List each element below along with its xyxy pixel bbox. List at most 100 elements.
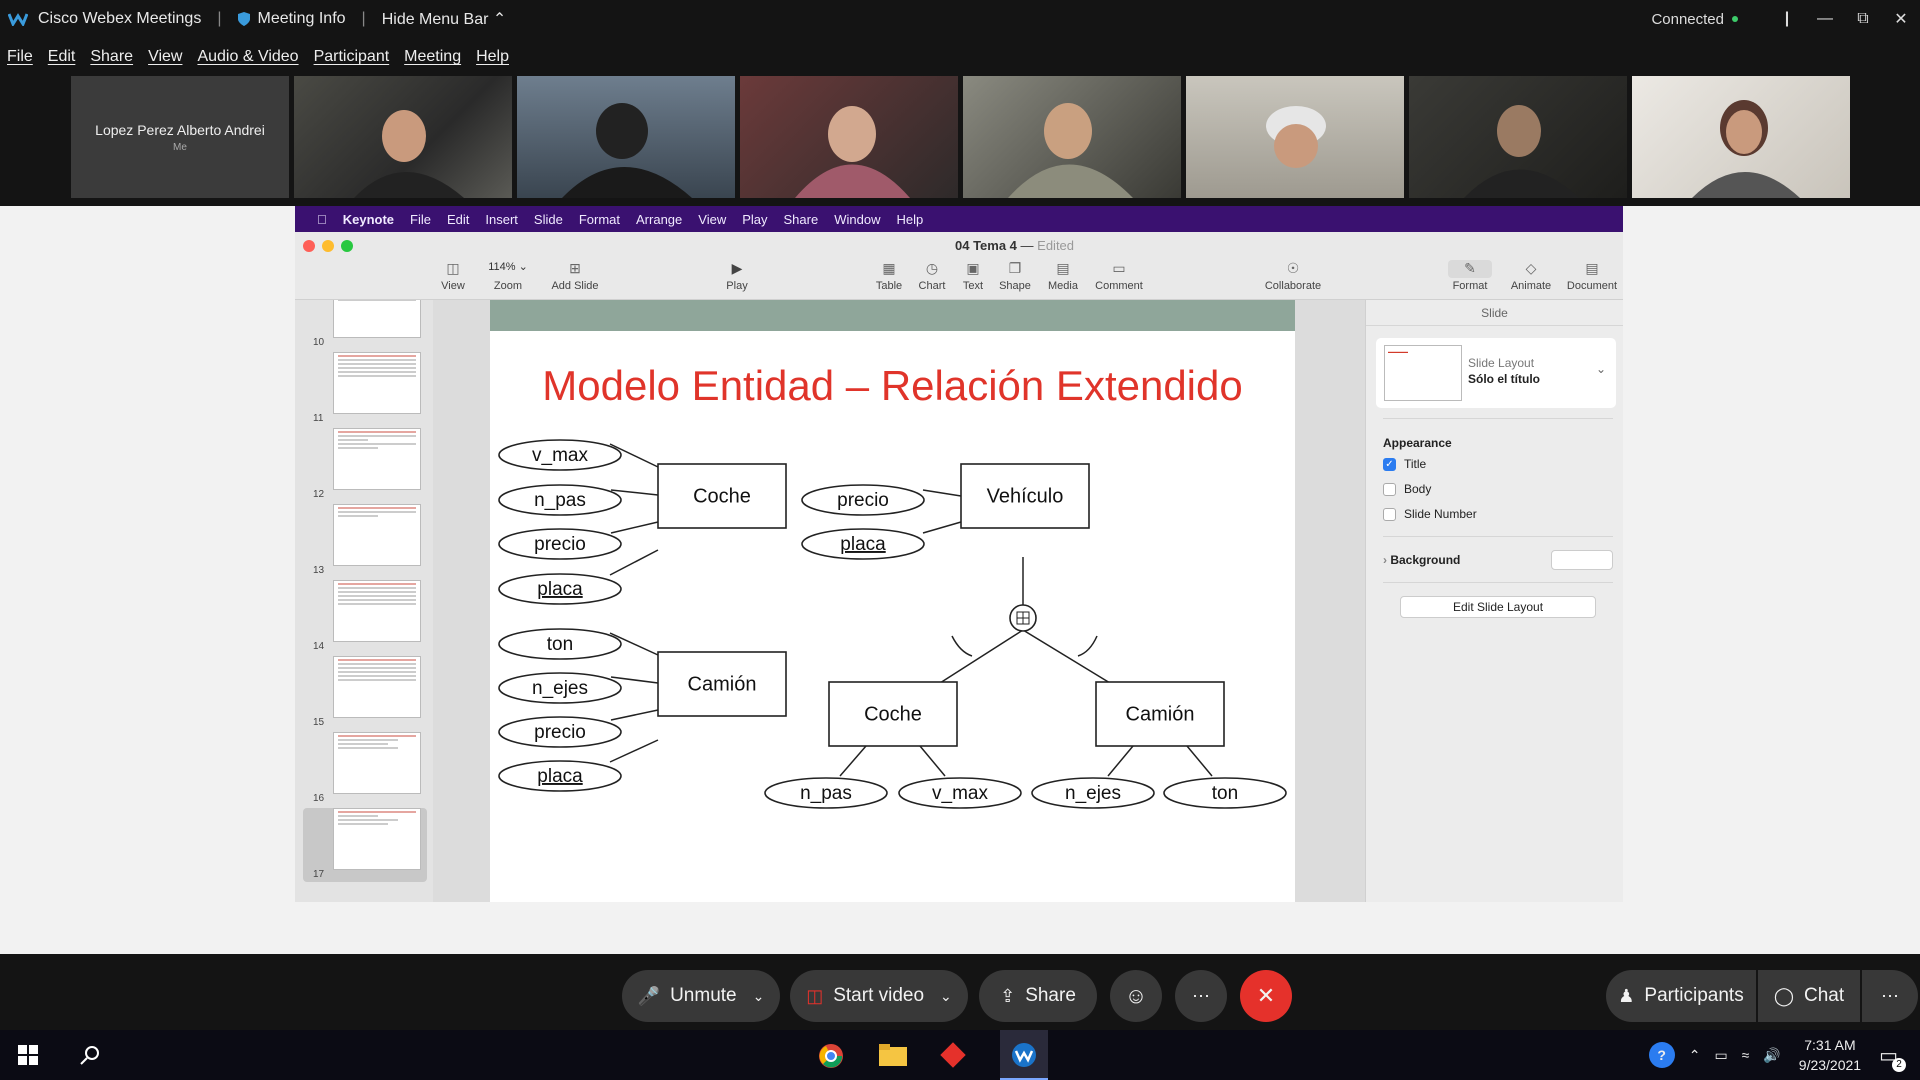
unmute-button[interactable]: 🎤 Unmute ⌄ — [622, 970, 780, 1022]
notifications-icon[interactable]: ▭ 2 — [1879, 1043, 1906, 1072]
slide-thumbnail[interactable]: 10 — [303, 300, 427, 350]
slide-number-checkbox[interactable]: Slide Number — [1383, 507, 1477, 521]
panel-more-button[interactable]: ⋯ — [1862, 970, 1918, 1022]
menu-meeting[interactable]: Meeting — [404, 48, 461, 66]
keynote-menu-insert[interactable]: Insert — [485, 212, 518, 227]
collaborate-button[interactable]: ☉ Collaborate — [1265, 260, 1321, 292]
keynote-menu-share[interactable]: Share — [784, 212, 819, 227]
keynote-menu-help[interactable]: Help — [896, 212, 923, 227]
background-color-well[interactable] — [1551, 550, 1613, 570]
participant-video-2[interactable] — [517, 76, 735, 198]
slide-thumbnail[interactable]: 13 — [303, 504, 427, 578]
close-window-button[interactable] — [303, 240, 315, 252]
system-clock[interactable]: 7:31 AM 9/23/2021 — [1799, 1035, 1861, 1075]
hide-menu-bar-button[interactable]: Hide Menu Bar ⌃ — [382, 9, 507, 29]
attr-placa-cam-label: placa — [537, 766, 583, 787]
keynote-menu-edit[interactable]: Edit — [447, 212, 469, 227]
slide-thumbnail[interactable]: 16 — [303, 732, 427, 806]
participant-video-4[interactable] — [963, 76, 1181, 198]
minimize-window-button[interactable] — [322, 240, 334, 252]
menu-audio-video[interactable]: Audio & Video — [197, 48, 298, 66]
document-title: 04 Tema 4 — Edited — [955, 238, 1075, 253]
keynote-menu-window[interactable]: Window — [834, 212, 880, 227]
attr-precio-cam-label: precio — [534, 722, 586, 743]
keynote-menu-app[interactable]: Keynote — [343, 212, 394, 227]
slide-thumbnail[interactable]: 11 — [303, 352, 427, 426]
zoom-window-button[interactable] — [341, 240, 353, 252]
shape-icon: ❐ — [1008, 260, 1022, 276]
more-options-button[interactable]: ⋯ — [1175, 970, 1227, 1022]
start-video-button[interactable]: ◫ Start video ⌄ — [790, 970, 968, 1022]
chart-button[interactable]: ◷ Chart — [919, 260, 946, 292]
participant-video-7[interactable] — [1632, 76, 1850, 198]
keynote-menu-play[interactable]: Play — [742, 212, 767, 227]
slide-thumbnail-selected[interactable]: 17 — [303, 808, 427, 882]
document-button[interactable]: ▤ Document — [1567, 260, 1617, 292]
windows-start-icon[interactable] — [18, 1045, 38, 1065]
app-diamond-icon[interactable] — [940, 1042, 966, 1068]
leave-meeting-button[interactable]: ✕ — [1240, 970, 1292, 1022]
table-button[interactable]: ▦ Table — [876, 260, 902, 292]
shape-button[interactable]: ❐ Shape — [999, 260, 1031, 292]
keynote-menu-file[interactable]: File — [410, 212, 431, 227]
share-button[interactable]: ⇪ Share — [979, 970, 1097, 1022]
chevron-up-icon[interactable]: ⌃ — [1689, 1047, 1701, 1064]
minimize-button[interactable]: — — [1806, 0, 1844, 38]
participant-video-6[interactable] — [1409, 76, 1627, 198]
webex-taskbar-button[interactable] — [1000, 1030, 1048, 1080]
participant-video-1[interactable] — [294, 76, 512, 198]
keynote-menu-slide[interactable]: Slide — [534, 212, 563, 227]
close-button[interactable]: ✕ — [1882, 0, 1920, 38]
zoom-dropdown[interactable]: 114% ⌄ Zoom — [488, 260, 528, 292]
menu-help[interactable]: Help — [476, 48, 509, 66]
slide-thumbnail[interactable]: 14 — [303, 580, 427, 654]
volume-icon[interactable]: 🔊 — [1763, 1047, 1780, 1064]
participants-button[interactable]: ♟ Participants — [1606, 970, 1756, 1022]
edit-slide-layout-button[interactable]: Edit Slide Layout — [1400, 596, 1596, 618]
slide-thumbnail[interactable]: 15 — [303, 656, 427, 730]
inspector-tab-slide[interactable]: Slide — [1366, 300, 1623, 326]
file-explorer-icon[interactable] — [879, 1044, 907, 1066]
restore-button[interactable]: ⧉ — [1844, 0, 1882, 38]
menu-edit[interactable]: Edit — [48, 48, 76, 66]
menu-participant[interactable]: Participant — [314, 48, 390, 66]
media-button[interactable]: ▤ Media — [1048, 260, 1078, 292]
view-button[interactable]: ◫ View — [441, 260, 465, 292]
keynote-menu-arrange[interactable]: Arrange — [636, 212, 682, 227]
animate-button[interactable]: ◇ Animate — [1511, 260, 1551, 292]
paintbrush-icon: ✎ — [1448, 260, 1492, 278]
media-icon: ▤ — [1056, 260, 1070, 276]
battery-icon[interactable]: ▭ — [1714, 1047, 1727, 1064]
menu-share[interactable]: Share — [90, 48, 133, 66]
slide-thumbnail[interactable]: 12 — [303, 428, 427, 502]
current-slide[interactable]: Modelo Entidad – Relación Extendido Coch… — [490, 300, 1295, 902]
wifi-icon[interactable]: ≈ — [1742, 1047, 1750, 1063]
reactions-button[interactable]: ☺ — [1110, 970, 1162, 1022]
app-title: Cisco Webex Meetings — [38, 10, 202, 27]
background-disclosure[interactable]: › Background — [1383, 553, 1460, 567]
meeting-info-button[interactable]: Meeting Info — [237, 10, 346, 28]
menu-view[interactable]: View — [148, 48, 182, 66]
title-checkbox[interactable]: ✓ Title — [1383, 457, 1426, 471]
play-button[interactable]: ▶ Play — [726, 260, 747, 292]
participant-video-3[interactable] — [740, 76, 958, 198]
person-silhouette-icon — [795, 106, 910, 198]
slide-layout-selector[interactable]: ▬▬▬▬▬ Slide Layout Sólo el título ⌄ — [1376, 338, 1616, 408]
keynote-menu-format[interactable]: Format — [579, 212, 620, 227]
self-video-tile[interactable]: Lopez Perez Alberto Andrei Me — [71, 76, 289, 198]
chat-button[interactable]: ◯ Chat — [1758, 970, 1860, 1022]
body-checkbox[interactable]: Body — [1383, 482, 1431, 496]
format-button[interactable]: ✎ Format — [1448, 260, 1492, 292]
search-icon[interactable] — [80, 1045, 100, 1065]
apple-icon[interactable]:  — [317, 212, 327, 227]
document-icon: ▤ — [1585, 260, 1599, 276]
help-icon[interactable]: ? — [1648, 1042, 1675, 1068]
keynote-menu-view[interactable]: View — [698, 212, 726, 227]
attr-precio-label: precio — [534, 534, 586, 555]
comment-button[interactable]: ▭ Comment — [1095, 260, 1143, 292]
add-slide-button[interactable]: ⊞ Add Slide — [551, 260, 598, 292]
chrome-icon[interactable] — [818, 1043, 844, 1069]
participant-video-5[interactable] — [1186, 76, 1404, 198]
menu-file[interactable]: File — [7, 48, 33, 66]
text-button[interactable]: ▣ Text — [963, 260, 983, 292]
